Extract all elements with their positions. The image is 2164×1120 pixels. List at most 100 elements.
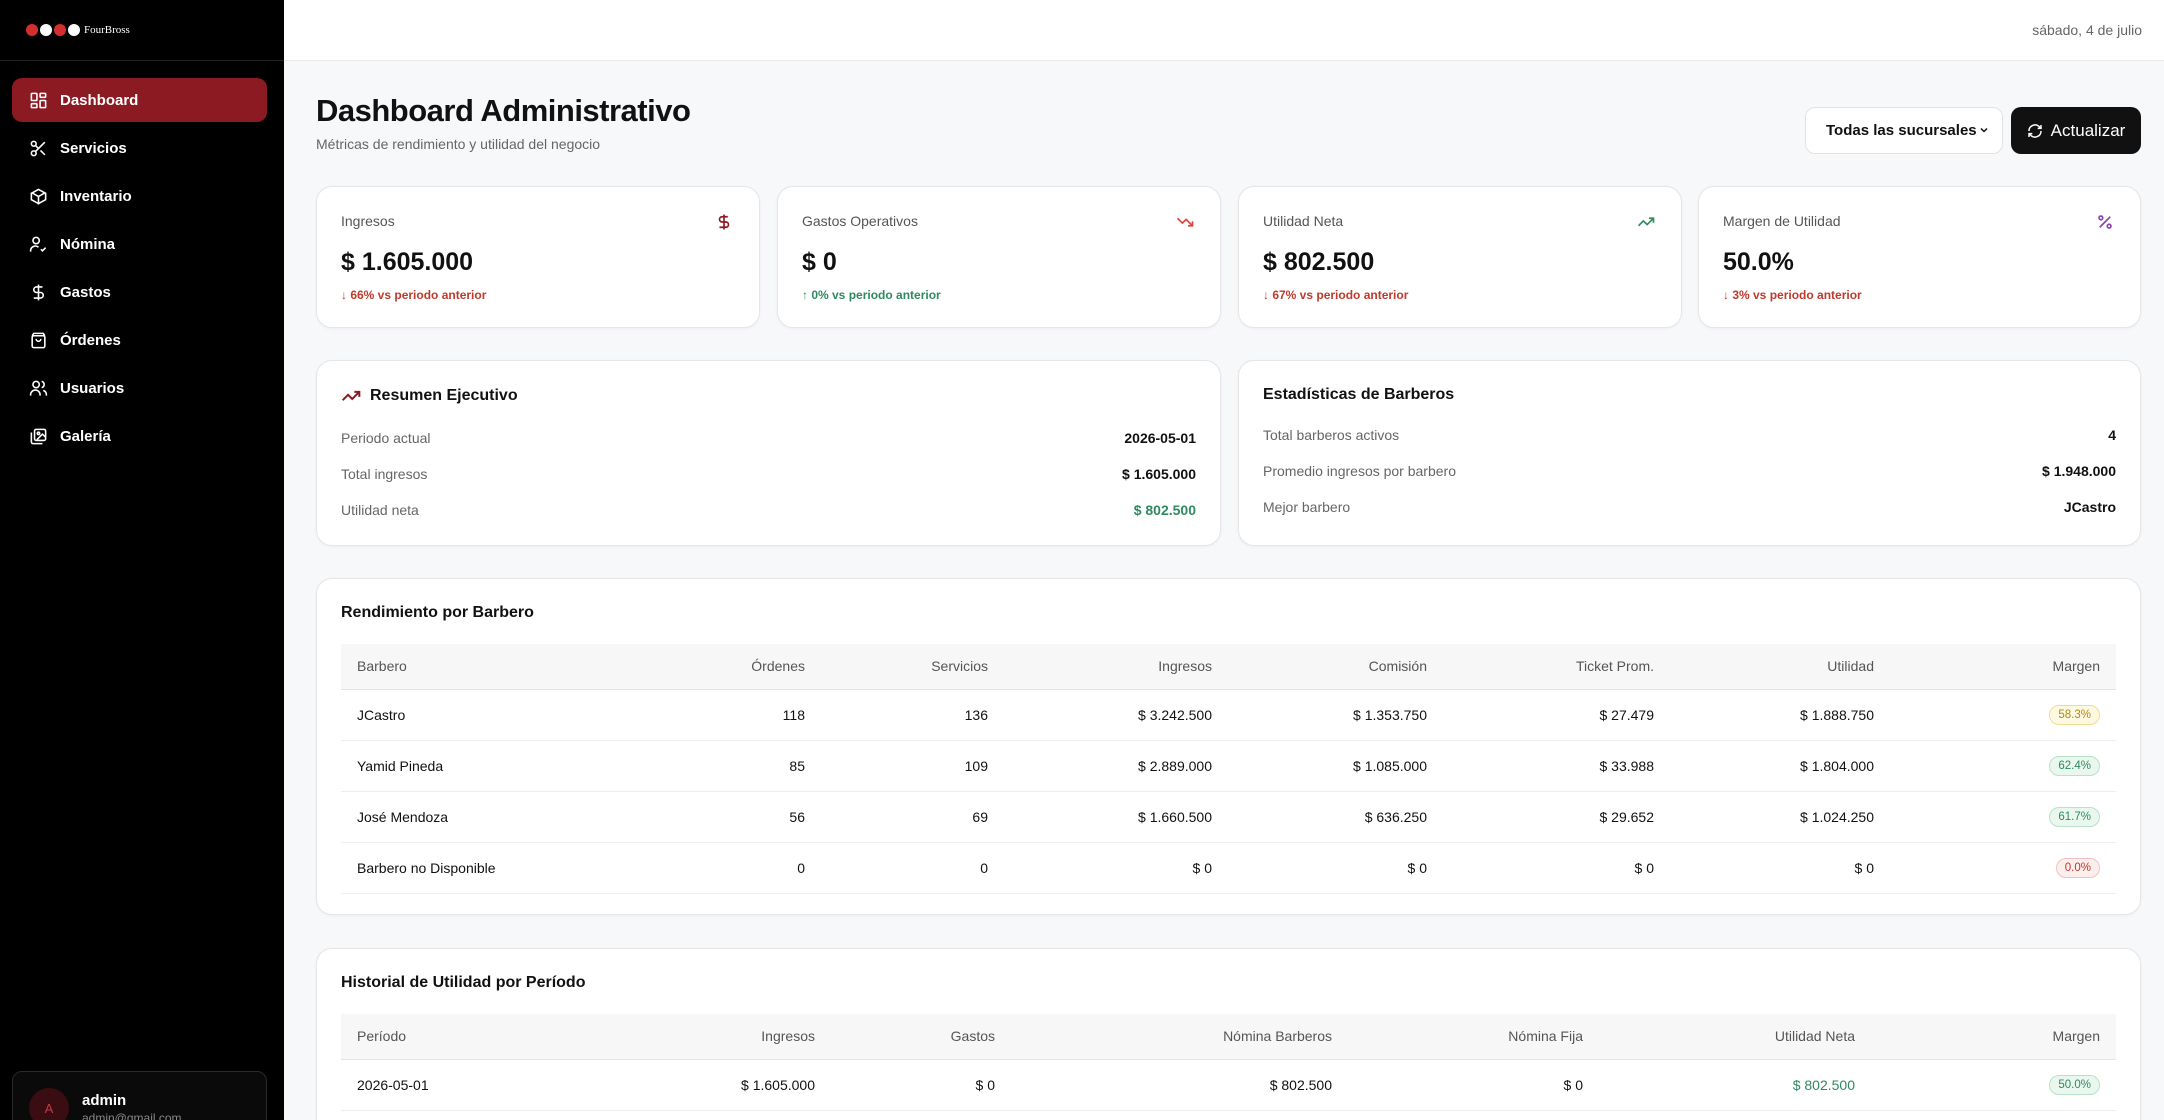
column-header[interactable]: Utilidad Neta xyxy=(1599,1014,1871,1059)
column-header[interactable]: Servicios xyxy=(821,644,1004,689)
cell-ingresos: $ 0 xyxy=(1004,842,1228,894)
cell-ordenes: 85 xyxy=(661,740,821,792)
logo-dot xyxy=(40,24,52,36)
column-header[interactable]: Ingresos xyxy=(1004,644,1228,689)
chevron-down-icon xyxy=(1980,127,1988,133)
percent-icon xyxy=(2098,215,2112,229)
cell-periodo: 2026-05-01 xyxy=(341,1059,646,1111)
cell-ingresos: $ 1.660.500 xyxy=(1004,791,1228,843)
resumen-label: Periodo actual xyxy=(341,430,431,446)
resumen-title: Resumen Ejecutivo xyxy=(370,387,518,404)
estadisticas-row: Mejor barbero JCastro xyxy=(1263,499,2116,519)
column-header[interactable]: Barbero xyxy=(341,644,661,689)
cell-comision: $ 1.085.000 xyxy=(1228,740,1443,792)
kpi-label: Utilidad Neta xyxy=(1263,213,1344,229)
refresh-icon xyxy=(2027,123,2042,138)
column-header[interactable]: Nómina Barberos xyxy=(1011,1014,1348,1059)
resumen-ejecutivo-card: Resumen Ejecutivo Periodo actual 2026-05… xyxy=(316,360,1221,546)
cell-servicios: 69 xyxy=(821,791,1004,843)
page-title: Dashboard Administrativo xyxy=(316,93,691,128)
brand-logo[interactable]: FourBross xyxy=(26,23,130,37)
dollar-icon xyxy=(718,214,730,230)
logo-dot xyxy=(26,24,38,36)
column-header[interactable]: Comisión xyxy=(1228,644,1443,689)
cell-barbero: Yamid Pineda xyxy=(341,740,661,792)
cell-margen: 50.0% xyxy=(1871,1059,2116,1111)
user-name: admin xyxy=(82,1092,127,1109)
column-header[interactable]: Órdenes xyxy=(661,644,821,689)
margin-badge: 0.0% xyxy=(2055,857,2100,878)
cell-utilidad: $ 1.024.250 xyxy=(1670,791,1890,843)
user-profile-card[interactable]: A admin admin@gmail.com xyxy=(12,1071,267,1120)
column-header[interactable]: Nómina Fija xyxy=(1348,1014,1599,1059)
estadisticas-row: Total barberos activos 4 xyxy=(1263,427,2116,447)
column-header[interactable]: Margen xyxy=(1890,644,2116,689)
section-title: Resumen Ejecutivo xyxy=(341,386,518,406)
cell-ordenes: 56 xyxy=(661,791,821,843)
table-row[interactable]: José Mendoza 56 69 $ 1.660.500 $ 636.250… xyxy=(341,791,2116,843)
sidebar-item-dashboard[interactable]: Dashboard xyxy=(12,78,267,122)
sidebar-item-usuarios[interactable]: Usuarios xyxy=(12,366,267,410)
sidebar-item-servicios[interactable]: Servicios xyxy=(12,126,267,170)
estadisticas-value: 4 xyxy=(2108,427,2116,443)
sidebar-item-gastos[interactable]: Gastos xyxy=(12,270,267,314)
cell-barbero: JCastro xyxy=(341,689,661,741)
branch-select[interactable]: Todas las sucursales xyxy=(1805,107,2003,154)
kpi-label: Gastos Operativos xyxy=(802,213,918,229)
sidebar-item-label: Usuarios xyxy=(60,379,125,397)
cell-margen: 0.0% xyxy=(1890,842,2116,894)
sidebar-item-nomina[interactable]: Nómina xyxy=(12,222,267,266)
cell-margen: 61.7% xyxy=(1890,791,2116,843)
column-header[interactable]: Gastos xyxy=(831,1014,1011,1059)
refresh-button[interactable]: Actualizar xyxy=(2011,107,2141,154)
cell-nomina-fija: $ 0 xyxy=(1348,1059,1599,1111)
section-title: Estadísticas de Barberos xyxy=(1263,386,1454,404)
column-header[interactable]: Margen xyxy=(1871,1014,2116,1059)
cell-ingresos: $ 3.242.500 xyxy=(1004,689,1228,741)
refresh-label: Actualizar xyxy=(2050,120,2126,140)
kpi-card-ingresos: Ingresos $ 1.605.000 ↓ 66% vs periodo an… xyxy=(316,186,760,328)
kpi-change: ↓ 3% vs periodo anterior xyxy=(1723,288,1862,302)
topbar: sábado, 4 de julio xyxy=(284,0,2164,61)
estadisticas-value: JCastro xyxy=(2063,499,2116,515)
cell-servicios: 136 xyxy=(821,689,1004,741)
kpi-value: $ 802.500 xyxy=(1263,248,1375,276)
table-row[interactable]: Barbero no Disponible 0 0 $ 0 $ 0 $ 0 $ … xyxy=(341,842,2116,894)
cell-margen: 58.3% xyxy=(1890,689,2116,741)
rendimiento-title: Rendimiento por Barbero xyxy=(341,604,534,621)
estadisticas-label: Total barberos activos xyxy=(1263,427,1400,443)
table-row[interactable]: 2026-05-01 $ 1.605.000 $ 0 $ 802.500 $ 0… xyxy=(341,1059,2116,1111)
estadisticas-label: Mejor barbero xyxy=(1263,499,1351,515)
cell-ticket-prom: $ 29.652 xyxy=(1443,791,1670,843)
avatar: A xyxy=(29,1088,69,1120)
table-row[interactable]: Yamid Pineda 85 109 $ 2.889.000 $ 1.085.… xyxy=(341,740,2116,792)
table-row[interactable]: JCastro 118 136 $ 3.242.500 $ 1.353.750 … xyxy=(341,689,2116,741)
resumen-value: $ 802.500 xyxy=(1133,502,1196,518)
kpi-card-margen-utilidad: Margen de Utilidad 50.0% ↓ 3% vs periodo… xyxy=(1698,186,2141,328)
kpi-label: Margen de Utilidad xyxy=(1723,213,1841,229)
cell-servicios: 0 xyxy=(821,842,1004,894)
resumen-row: Total ingresos $ 1.605.000 xyxy=(341,466,1196,486)
margin-badge: 58.3% xyxy=(2049,704,2100,725)
current-date: sábado, 4 de julio xyxy=(2032,22,2142,38)
section-title: Historial de Utilidad por Período xyxy=(341,974,585,992)
sidebar-item-ordenes[interactable]: Órdenes xyxy=(12,318,267,362)
column-header[interactable]: Utilidad xyxy=(1670,644,1890,689)
sidebar-item-label: Servicios xyxy=(60,139,127,157)
sidebar-item-label: Galería xyxy=(60,427,111,445)
column-header[interactable]: Ingresos xyxy=(646,1014,831,1059)
resumen-label: Utilidad neta xyxy=(341,502,419,518)
user-check-icon xyxy=(29,236,47,252)
sidebar-item-inventario[interactable]: Inventario xyxy=(12,174,267,218)
users-icon xyxy=(29,380,48,396)
kpi-value: $ 0 xyxy=(802,248,837,276)
margin-badge: 61.7% xyxy=(2049,806,2100,827)
sidebar-item-galeria[interactable]: Galería xyxy=(12,414,267,458)
column-header[interactable]: Ticket Prom. xyxy=(1443,644,1670,689)
cell-ordenes: 0 xyxy=(661,842,821,894)
cell-utilidad: $ 1.804.000 xyxy=(1670,740,1890,792)
kpi-card-utilidad-neta: Utilidad Neta $ 802.500 ↓ 67% vs periodo… xyxy=(1238,186,1682,328)
shopping-bag-icon xyxy=(31,332,46,348)
trending-up-icon xyxy=(341,390,361,401)
column-header[interactable]: Período xyxy=(341,1014,646,1059)
